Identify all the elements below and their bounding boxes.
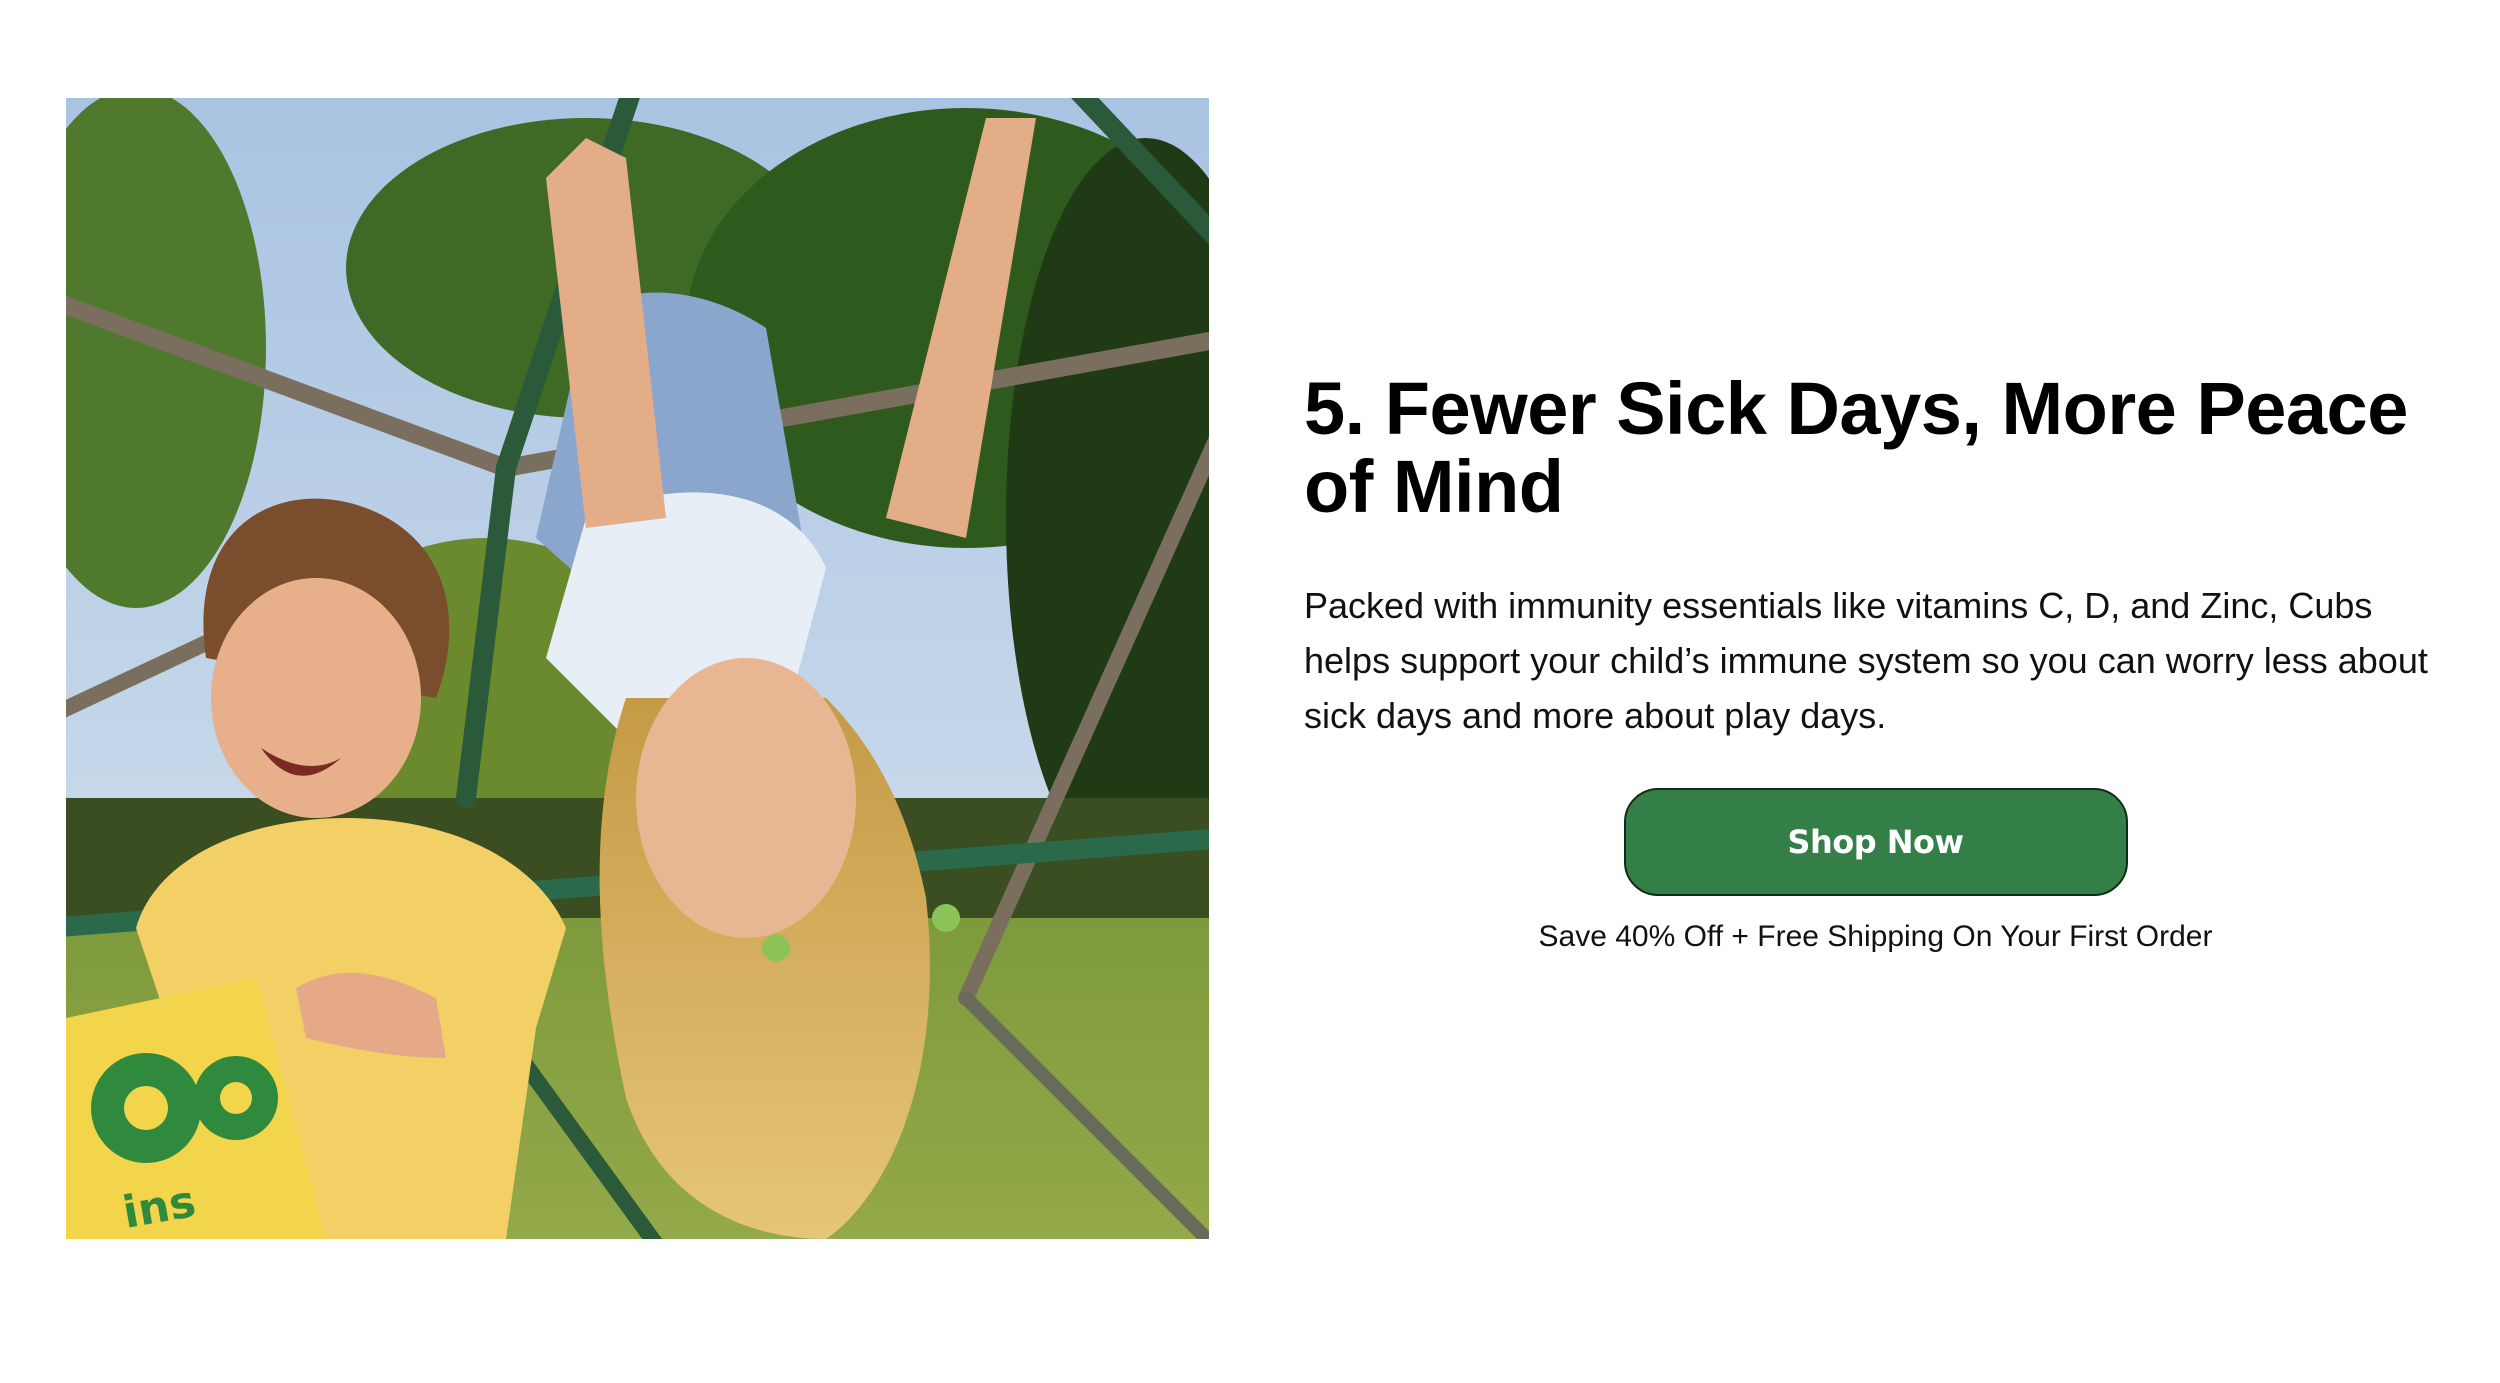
text-column: 5. Fewer Sick Days, More Peace of Mind P… — [1304, 370, 2464, 743]
shop-now-button[interactable]: Shop Now — [1623, 788, 2128, 896]
cta-group: Shop Now Save 40% Off + Free Shipping On… — [1304, 788, 2447, 954]
photo-illustration: ins — [66, 98, 1209, 1239]
offer-text: Save 40% Off + Free Shipping On Your Fir… — [1538, 920, 2213, 953]
section-body: Packed with immunity essentials like vit… — [1304, 585, 2428, 736]
kids-playground-photo: ins — [66, 98, 1209, 1239]
section-heading: 5. Fewer Sick Days, More Peace of Mind — [1304, 367, 2408, 528]
page: ins 5. Fewer Sick Days, More Peace of Mi… — [0, 0, 2500, 1383]
